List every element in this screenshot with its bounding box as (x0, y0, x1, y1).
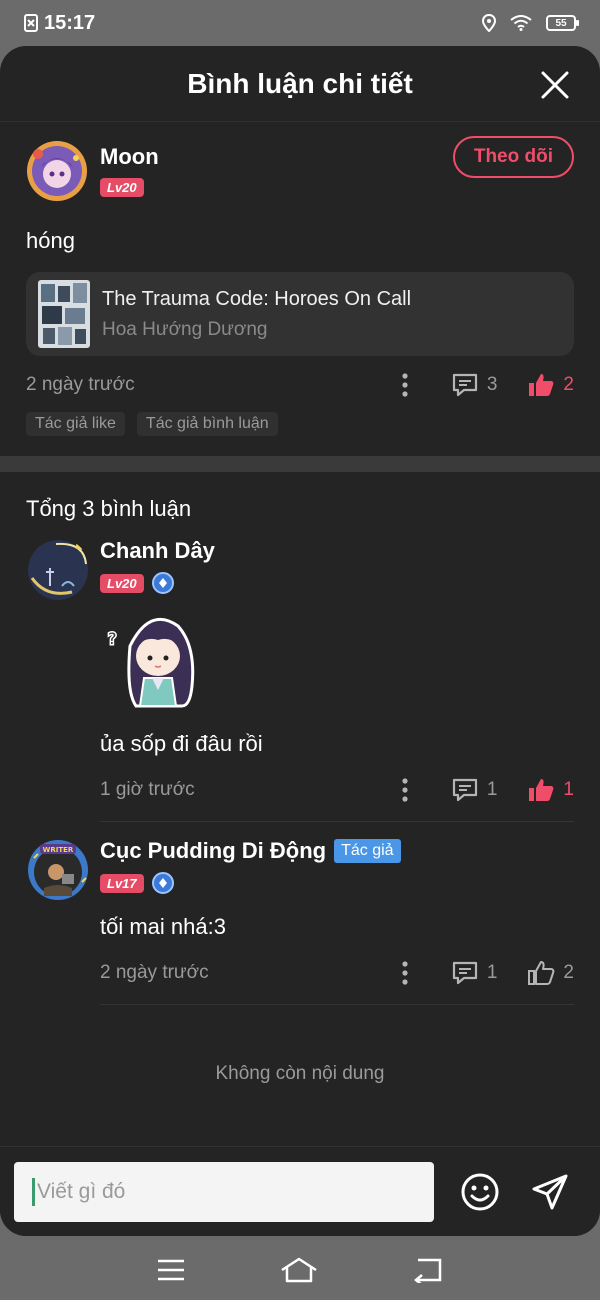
main-comment: Moon Lv20 Theo dõi hóng The Trauma Code:… (0, 122, 600, 436)
send-icon[interactable] (530, 1172, 570, 1212)
comment-divider (100, 1004, 574, 1005)
reply-button[interactable]: 1 (451, 960, 498, 986)
comment-detail-sheet: Bình luận chi tiết Moon Lv20 Theo dõi hó… (0, 46, 600, 1236)
avatar[interactable]: WRITER (26, 838, 90, 902)
author-tag-badge: Tác giả (334, 839, 401, 863)
post-tags: Tác giả like Tác giả bình luận (26, 412, 574, 436)
avatar[interactable] (26, 140, 88, 202)
more-icon[interactable] (399, 777, 411, 803)
status-time: 15:17 (44, 11, 96, 34)
svg-text:WRITER: WRITER (43, 846, 74, 854)
comment-count-button[interactable]: 3 (451, 372, 498, 398)
comment-meta-row: 1 giờ trước 1 1 (100, 775, 574, 805)
level-badge: Lv20 (100, 178, 144, 197)
comment-text: tối mai nhá:3 (100, 914, 226, 939)
reply-count: 1 (486, 779, 498, 800)
comment-input-wrapper[interactable] (14, 1161, 434, 1222)
composer-bar (0, 1146, 600, 1236)
book-author: Hoa Hướng Dương (102, 318, 268, 340)
comment-icon (452, 961, 477, 985)
comment-meta-row: 2 ngày trước 1 2 (100, 958, 574, 988)
verified-badge-icon (151, 572, 174, 594)
sim-icon (24, 14, 38, 32)
like-icon (529, 779, 554, 801)
menu-icon[interactable] (156, 1258, 186, 1282)
emoji-icon[interactable] (460, 1172, 500, 1212)
comment-author-name[interactable]: Cục Pudding Di Động (100, 838, 326, 864)
comment-icon (452, 778, 477, 802)
status-bar: 15:17 55 (0, 0, 600, 46)
post-author-name[interactable]: Moon (100, 144, 159, 170)
wifi-icon (510, 15, 532, 31)
tag-author-like: Tác giả like (26, 412, 125, 436)
like-button[interactable]: 1 (527, 777, 574, 803)
comment-icon (452, 373, 477, 397)
post-meta-row: 2 ngày trước 3 2 (26, 370, 574, 400)
comment-divider (100, 821, 574, 822)
like-button[interactable]: 2 (527, 372, 574, 398)
section-divider (0, 456, 600, 472)
close-icon[interactable] (540, 70, 570, 100)
book-card[interactable]: The Trauma Code: Horoes On Call Hoa Hướn… (26, 272, 574, 356)
comment-item: WRITER Cục Pudding Di Động Tác giả Lv17 … (26, 838, 574, 1005)
like-count: 2 (563, 374, 574, 395)
sheet-header: Bình luận chi tiết (0, 46, 600, 122)
book-cover-image (38, 280, 90, 348)
comment-text: ủa sốp đi đâu rồi (100, 731, 263, 756)
comment-time: 1 giờ trước (100, 779, 195, 800)
comment-input[interactable] (37, 1179, 417, 1204)
svg-text:?: ? (108, 629, 117, 648)
book-title: The Trauma Code: Horoes On Call (102, 287, 412, 310)
home-icon[interactable] (279, 1256, 319, 1284)
text-caret (32, 1177, 35, 1206)
reply-button[interactable]: 1 (451, 777, 498, 803)
post-time: 2 ngày trước (26, 374, 135, 395)
comment-item: Chanh Dây Lv20 ? ủa sốp đi đâu rồi 1 giờ… (26, 538, 574, 822)
like-icon (529, 374, 554, 396)
back-icon[interactable] (412, 1257, 444, 1283)
comment-time: 2 ngày trước (100, 962, 209, 983)
follow-button[interactable]: Theo dõi (452, 136, 574, 178)
location-icon (482, 14, 496, 32)
more-icon[interactable] (399, 372, 411, 398)
tag-author-comment: Tác giả bình luận (136, 412, 278, 436)
comment-count: 3 (486, 374, 498, 395)
post-text: hóng (26, 228, 75, 253)
like-count: 2 (563, 962, 574, 983)
like-outline-icon (528, 961, 555, 985)
level-badge: Lv17 (100, 873, 144, 893)
more-icon[interactable] (399, 960, 411, 986)
avatar[interactable] (26, 538, 90, 602)
verified-badge-icon (151, 872, 174, 894)
system-nav-bar (0, 1240, 600, 1300)
anime-girl-sticker: ? (107, 617, 195, 708)
comments-total: Tổng 3 bình luận (26, 496, 192, 521)
end-of-list-label: Không còn nội dung (215, 1063, 385, 1084)
like-button[interactable]: 2 (527, 960, 574, 986)
like-count: 1 (563, 779, 574, 800)
page-title: Bình luận chi tiết (187, 67, 413, 99)
comment-author-name[interactable]: Chanh Dây (100, 538, 215, 564)
comments-section: Tổng 3 bình luận Chanh Dây Lv20 ? ủa sốp… (0, 496, 600, 1085)
reply-count: 1 (486, 962, 498, 983)
battery-indicator: 55 (546, 15, 579, 31)
level-badge: Lv20 (100, 573, 144, 593)
